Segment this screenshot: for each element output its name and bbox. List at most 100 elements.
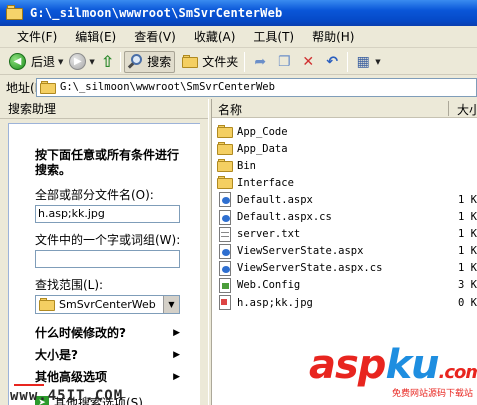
address-input[interactable]: G:\_silmoon\wwwroot\SmSvrCenterWeb xyxy=(36,77,477,97)
folder-icon xyxy=(217,124,233,139)
file-row[interactable]: Default.aspx 1 K xyxy=(212,191,477,208)
menu-file[interactable]: 文件(F) xyxy=(8,28,66,47)
advanced-options-label: 其他高级选项 xyxy=(35,370,108,384)
list-header: 名称 大小 xyxy=(212,99,477,118)
content-input[interactable] xyxy=(35,250,180,268)
watermark-logo: aspku.com xyxy=(309,342,477,388)
menu-edit[interactable]: 编辑(E) xyxy=(66,28,125,47)
watermark-brand-a: asp xyxy=(309,342,386,388)
folder-icon xyxy=(217,141,233,156)
size-label: 大小是? xyxy=(35,348,78,362)
column-name-header[interactable]: 名称 xyxy=(218,101,242,118)
move-to-button[interactable]: ➦ xyxy=(248,51,272,73)
file-name: h.asp;kk.jpg xyxy=(237,296,313,309)
size-expander[interactable]: 大小是? ▶ xyxy=(35,346,180,363)
filename-input[interactable]: h.asp;kk.jpg xyxy=(35,205,180,223)
file-name: server.txt xyxy=(237,228,301,241)
file-size: 1 K xyxy=(458,262,477,275)
forward-arrow-icon: ▶ xyxy=(69,53,87,70)
column-divider[interactable] xyxy=(448,101,449,116)
file-row[interactable]: Bin xyxy=(212,157,477,174)
config-file-icon xyxy=(217,277,233,293)
file-row[interactable]: ViewServerState.aspx.cs 1 K xyxy=(212,260,477,277)
aspx-file-icon xyxy=(217,243,233,259)
back-label: 后退 xyxy=(31,55,56,69)
search-button[interactable]: 搜索 xyxy=(124,50,176,73)
chevron-down-icon[interactable]: ▼ xyxy=(89,58,94,66)
file-row[interactable]: Web.Config 3 K xyxy=(212,277,477,294)
chevron-right-icon: ▶ xyxy=(173,327,180,338)
file-size: 1 K xyxy=(458,228,477,241)
file-size: 0 K xyxy=(458,296,477,309)
file-row[interactable]: ViewServerState.aspx 1 K xyxy=(212,243,477,260)
file-row[interactable]: Default.aspx.cs 1 K xyxy=(212,209,477,226)
folder-icon xyxy=(6,5,24,21)
address-bar: 地址(D) G:\_silmoon\wwwroot\SmSvrCenterWeb xyxy=(0,76,477,98)
back-button[interactable]: ◀ 后退 ▼ xyxy=(6,51,66,73)
address-path: G:\_silmoon\wwwroot\SmSvrCenterWeb xyxy=(60,81,275,93)
search-pane: 搜索助理 按下面任意或所有条件进行搜索。 全部或部分文件名(O): h.asp;… xyxy=(0,99,208,405)
file-name: Default.aspx xyxy=(237,193,313,206)
menu-tools[interactable]: 工具(T) xyxy=(244,28,303,47)
file-row[interactable]: App_Code xyxy=(212,123,477,140)
when-modified-expander[interactable]: 什么时候修改的? ▶ xyxy=(35,324,180,341)
column-size-header[interactable]: 大小 xyxy=(457,101,477,118)
file-name: Bin xyxy=(237,159,256,172)
file-row[interactable]: App_Data xyxy=(212,140,477,157)
advanced-options-expander[interactable]: 其他高级选项 ▶ xyxy=(35,368,180,385)
filename-label: 全部或部分文件名(O): xyxy=(35,188,154,202)
up-folder-button[interactable]: ⇧ xyxy=(98,51,117,73)
toolbar-separator xyxy=(244,51,246,72)
search-pane-body: 按下面任意或所有条件进行搜索。 全部或部分文件名(O): h.asp;kk.jp… xyxy=(8,123,200,405)
search-prompt: 按下面任意或所有条件进行搜索。 xyxy=(35,148,180,177)
chevron-down-icon[interactable]: ▼ xyxy=(163,296,179,313)
folder-icon xyxy=(217,158,233,173)
scope-select[interactable]: SmSvrCenterWeb ▼ xyxy=(35,295,180,314)
menu-favorites[interactable]: 收藏(A) xyxy=(185,28,245,47)
watermark-accent xyxy=(14,384,44,386)
menu-help[interactable]: 帮助(H) xyxy=(303,28,363,47)
aspx-file-icon xyxy=(217,209,233,225)
title-bar[interactable]: G:\_silmoon\wwwroot\SmSvrCenterWeb xyxy=(0,0,477,26)
move-to-icon: ➦ xyxy=(254,53,267,70)
folders-button[interactable]: 文件夹 xyxy=(179,51,241,73)
file-size: 1 K xyxy=(458,193,477,206)
file-size: 1 K xyxy=(458,245,477,258)
search-label: 搜索 xyxy=(147,55,172,69)
file-row[interactable]: Interface xyxy=(212,174,477,191)
undo-icon: ↶ xyxy=(326,53,339,70)
when-modified-label: 什么时候修改的? xyxy=(35,326,126,340)
window-title: G:\_silmoon\wwwroot\SmSvrCenterWeb xyxy=(30,6,283,20)
copy-to-icon: ❐ xyxy=(277,53,291,70)
back-arrow-icon: ◀ xyxy=(9,53,26,70)
file-name: ViewServerState.aspx xyxy=(237,245,364,258)
file-name: Web.Config xyxy=(237,279,301,292)
views-button[interactable]: ▦ ▼ xyxy=(351,51,383,73)
search-icon xyxy=(128,54,143,69)
folder-icon xyxy=(40,80,56,94)
views-icon: ▦ xyxy=(356,53,370,70)
folder-icon xyxy=(217,175,233,190)
text-file-icon xyxy=(217,226,233,242)
folder-icon xyxy=(39,298,55,311)
file-name: App_Code xyxy=(237,125,288,138)
content-label: 文件中的一个字或词组(W): xyxy=(35,233,181,247)
chevron-down-icon[interactable]: ▼ xyxy=(375,58,380,66)
file-row[interactable]: server.txt 1 K xyxy=(212,226,477,243)
copy-to-button[interactable]: ❐ xyxy=(272,51,296,73)
file-row[interactable]: h.asp;kk.jpg 0 K xyxy=(212,294,477,311)
scope-label: 查找范围(L): xyxy=(35,278,104,292)
forward-button[interactable]: ▶ ▼ xyxy=(66,51,97,73)
menu-view[interactable]: 查看(V) xyxy=(125,28,185,47)
chevron-down-icon[interactable]: ▼ xyxy=(58,58,63,66)
undo-button[interactable]: ↶ xyxy=(320,51,344,73)
aspx-file-icon xyxy=(217,192,233,208)
folder-icon xyxy=(182,55,199,68)
address-label: 地址(D) xyxy=(6,80,49,95)
aspx-file-icon xyxy=(217,260,233,276)
delete-button[interactable]: ✕ xyxy=(296,51,320,73)
menu-bar: 文件(F) 编辑(E) 查看(V) 收藏(A) 工具(T) 帮助(H) xyxy=(0,27,477,48)
search-pane-title: 搜索助理 xyxy=(0,99,208,119)
up-arrow-icon: ⇧ xyxy=(100,51,115,71)
toolbar-separator xyxy=(120,51,122,72)
